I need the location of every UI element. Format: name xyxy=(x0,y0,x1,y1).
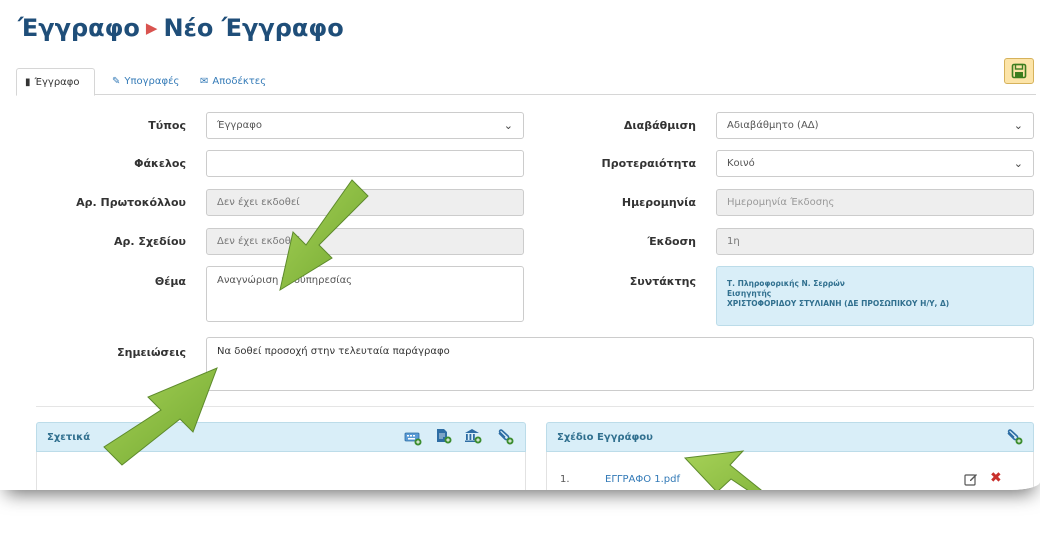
type-select[interactable]: Έγγραφο ⌄ xyxy=(206,112,524,139)
author-role: Εισηγητής xyxy=(727,289,772,298)
chevron-down-icon: ⌄ xyxy=(1013,119,1023,132)
institution-add-icon[interactable] xyxy=(464,428,482,444)
envelope-icon: ✉ xyxy=(200,76,209,87)
keyboard-add-icon[interactable] xyxy=(404,430,422,446)
breadcrumb-root[interactable]: Έγγραφο xyxy=(18,14,140,42)
folder-label: Φάκελος xyxy=(134,157,186,170)
classification-select-value: Αδιαβάθμητο (ΑΔ) xyxy=(727,120,819,131)
tab-signatures[interactable]: ✎ Υπογραφές xyxy=(104,68,187,95)
chevron-down-icon: ⌄ xyxy=(1013,157,1023,170)
folder-input[interactable] xyxy=(206,150,524,177)
author-label: Συντάκτης xyxy=(629,275,696,288)
tab-signatures-label: Υπογραφές xyxy=(124,76,180,87)
page-title: Έγγραφο ▶ Νέο Έγγραφο xyxy=(18,14,344,42)
breadcrumb-current: Νέο Έγγραφο xyxy=(163,14,344,42)
tab-recipients-label: Αποδέκτες xyxy=(212,76,267,87)
related-panel-title: Σχετικά xyxy=(47,431,91,443)
paperclip-add-icon[interactable] xyxy=(1005,429,1023,445)
priority-label: Προτεραιότητα xyxy=(601,157,696,170)
subject-label: Θέμα xyxy=(154,275,186,288)
draft-number-field: Δεν έχει εκδοθεί xyxy=(206,228,524,255)
draft-number-label: Αρ. Σχεδίου xyxy=(114,235,186,248)
document-form-window: Έγγραφο ▶ Νέο Έγγραφο ▮ Έγγραφο ✎ Υπογρα… xyxy=(0,0,1040,490)
version-field: 1η xyxy=(716,228,1034,255)
classification-select[interactable]: Αδιαβάθμητο (ΑΔ) ⌄ xyxy=(716,112,1034,139)
related-panel-body xyxy=(36,452,526,490)
date-label: Ημερομηνία xyxy=(621,196,696,209)
tab-document[interactable]: ▮ Έγγραφο xyxy=(16,68,95,96)
notes-textarea[interactable]: Να δοθεί προσοχή στην τελευταία παράγραφ… xyxy=(206,337,1034,391)
author-info: Τ. Πληροφορικής Ν. Σερρών Εισηγητής ΧΡΙΣ… xyxy=(716,266,1034,326)
subject-textarea[interactable]: Αναγνώριση προϋπηρεσίας xyxy=(206,266,524,322)
type-label: Τύπος xyxy=(148,119,186,132)
issue-date-field: Ημερομηνία Έκδοσης xyxy=(716,189,1034,216)
priority-select-value: Κοινό xyxy=(727,158,755,169)
classification-label: Διαβάθμιση xyxy=(623,119,696,132)
draft-panel-header: Σχέδιο Εγγράφου xyxy=(546,422,1034,452)
tab-bar: ▮ Έγγραφο ✎ Υπογραφές ✉ Αποδέκτες xyxy=(16,68,1036,96)
protocol-number-label: Αρ. Πρωτοκόλλου xyxy=(76,196,186,209)
notes-label: Σημειώσεις xyxy=(117,346,186,359)
edit-icon[interactable] xyxy=(964,472,978,486)
file-icon: ▮ xyxy=(25,76,31,88)
priority-select[interactable]: Κοινό ⌄ xyxy=(716,150,1034,177)
draft-row-number: 1. xyxy=(560,474,570,485)
breadcrumb-separator-icon: ▶ xyxy=(145,19,158,37)
delete-icon[interactable]: ✖ xyxy=(990,470,1002,486)
author-name: ΧΡΙΣΤΟΦΟΡΙΔΟΥ ΣΤΥΛΙΑΝΗ (ΔΕ ΠΡΟΣΩΠΙΚΟΥ Η/… xyxy=(727,299,950,308)
version-label: Έκδοση xyxy=(647,235,696,248)
draft-panel-title: Σχέδιο Εγγράφου xyxy=(557,431,653,443)
paperclip-add-icon[interactable] xyxy=(496,429,514,445)
chevron-down-icon: ⌄ xyxy=(503,119,513,132)
document-add-icon[interactable] xyxy=(434,428,452,444)
type-select-value: Έγγραφο xyxy=(217,120,262,131)
protocol-number-field: Δεν έχει εκδοθεί xyxy=(206,189,524,216)
draft-file-link[interactable]: ΕΓΓΡΑΦΟ 1.pdf xyxy=(605,474,680,485)
author-department: Τ. Πληροφορικής Ν. Σερρών xyxy=(727,279,845,288)
tab-recipients[interactable]: ✉ Αποδέκτες xyxy=(192,68,274,95)
tab-document-label: Έγγραφο xyxy=(34,76,80,88)
related-panel-header: Σχετικά xyxy=(36,422,526,452)
pencil-icon: ✎ xyxy=(112,76,121,87)
section-divider xyxy=(36,406,1034,407)
